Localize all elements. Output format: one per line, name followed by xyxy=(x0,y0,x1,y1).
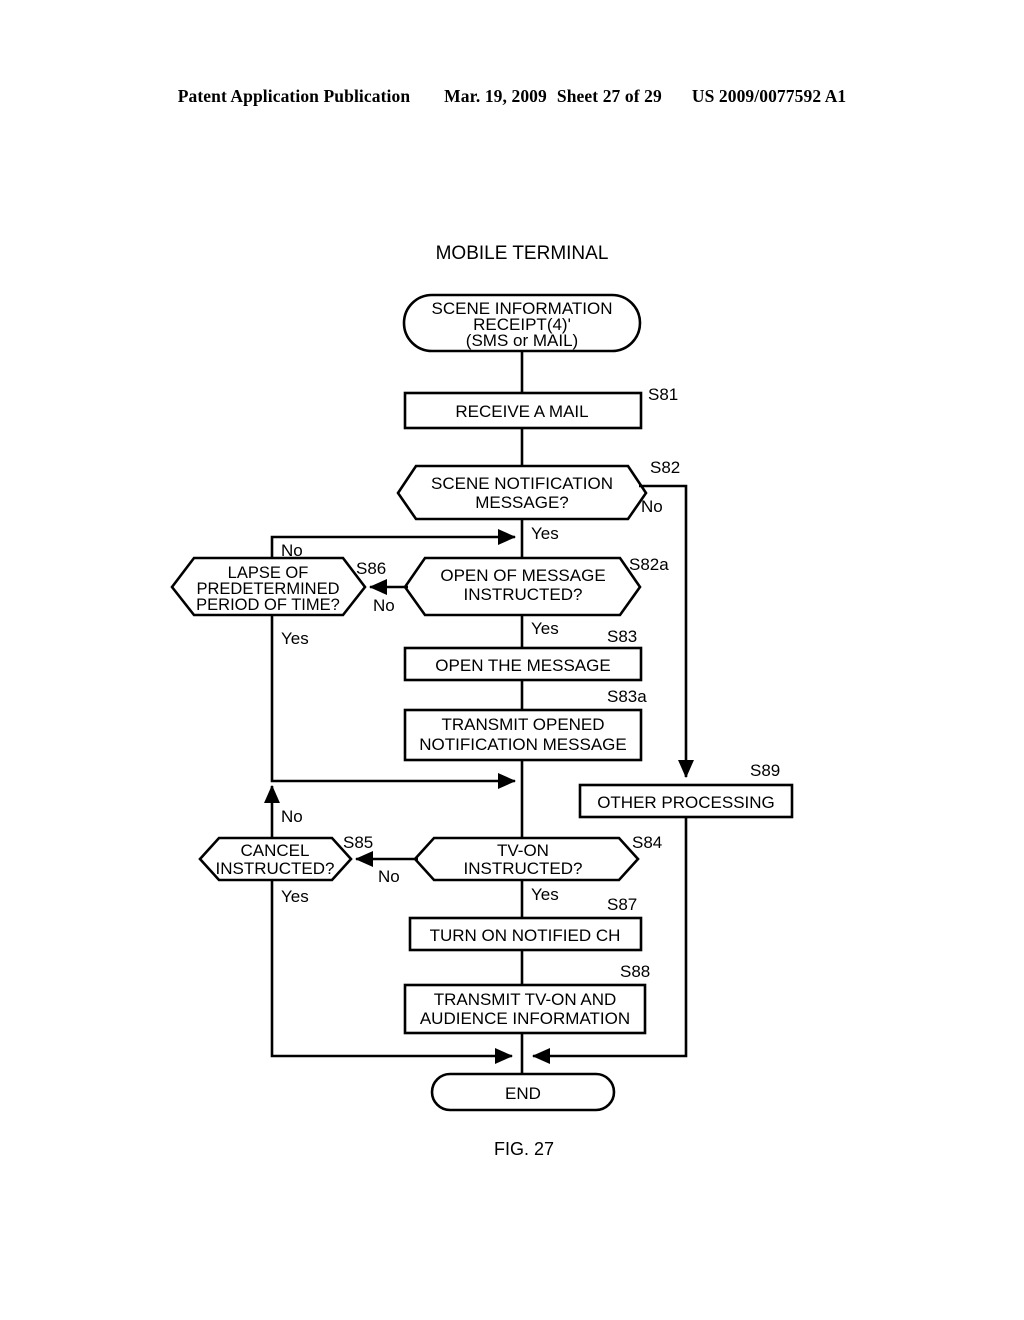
node-s83-label: OPEN THE MESSAGE xyxy=(435,656,610,675)
node-s85: CANCEL INSTRUCTED? S85 xyxy=(198,833,373,882)
flowchart-canvas: MOBILE TERMINAL SCENE INFORMATION RECEIP… xyxy=(170,243,794,1159)
node-s87-label: TURN ON NOTIFIED CH xyxy=(430,926,621,945)
step-label-s82a: S82a xyxy=(629,555,669,574)
node-s88: TRANSMIT TV-ON AND AUDIENCE INFORMATION … xyxy=(403,962,650,1035)
node-s88-line-2: AUDIENCE INFORMATION xyxy=(420,1009,630,1028)
step-label-s89: S89 xyxy=(750,761,780,780)
node-s82: SCENE NOTIFICATION MESSAGE? S82 xyxy=(396,458,680,521)
step-label-s83a: S83a xyxy=(607,687,647,706)
branch-label-s82a-yes: Yes xyxy=(531,619,559,638)
step-label-s82: S82 xyxy=(650,458,680,477)
node-s88-line-1: TRANSMIT TV-ON AND xyxy=(434,990,617,1009)
step-label-s84: S84 xyxy=(632,833,662,852)
branch-label-s82a-no: No xyxy=(373,596,395,615)
start-terminal: SCENE INFORMATION RECEIPT(4)' (SMS or MA… xyxy=(402,293,642,353)
branch-label-s82-yes: Yes xyxy=(531,524,559,543)
node-s83a-line-1: TRANSMIT OPENED xyxy=(441,715,604,734)
node-s81-label: RECEIVE A MAIL xyxy=(455,402,588,421)
node-s86-line-3: PERIOD OF TIME? xyxy=(196,596,340,614)
node-s85-line-2: INSTRUCTED? xyxy=(215,859,334,878)
step-label-s81: S81 xyxy=(648,385,678,404)
step-label-s83: S83 xyxy=(607,627,637,646)
branch-label-s85-no: No xyxy=(281,807,303,826)
edge-s86-no-to-s82a xyxy=(270,528,517,558)
node-s82a-line-2: INSTRUCTED? xyxy=(463,585,582,604)
node-s83a-line-2: NOTIFICATION MESSAGE xyxy=(419,735,626,754)
branch-label-s82-no: No xyxy=(641,497,663,516)
node-s87: TURN ON NOTIFIED CH S87 xyxy=(408,895,643,952)
step-label-s88: S88 xyxy=(620,962,650,981)
node-s82-line-2: MESSAGE? xyxy=(475,493,569,512)
step-label-s86: S86 xyxy=(356,559,386,578)
node-s82a-line-1: OPEN OF MESSAGE xyxy=(440,566,605,585)
node-s89-label: OTHER PROCESSING xyxy=(597,793,775,812)
node-s83a: TRANSMIT OPENED NOTIFICATION MESSAGE S83… xyxy=(403,687,647,762)
end-terminal: END xyxy=(430,1072,616,1112)
node-s81: RECEIVE A MAIL S81 xyxy=(403,385,678,430)
node-s85-line-1: CANCEL xyxy=(241,841,310,860)
node-s82a: OPEN OF MESSAGE INSTRUCTED? S82a xyxy=(403,555,669,617)
end-terminal-label: END xyxy=(505,1084,541,1103)
flowchart-figure: MOBILE TERMINAL SCENE INFORMATION RECEIP… xyxy=(0,0,1024,1320)
branch-label-s86-yes: Yes xyxy=(281,629,309,648)
column-title: MOBILE TERMINAL xyxy=(436,243,609,264)
branch-label-s85-yes: Yes xyxy=(281,887,309,906)
node-s84: TV-ON INSTRUCTED? S84 xyxy=(413,833,662,882)
branch-label-s84-no: No xyxy=(378,867,400,886)
figure-caption: FIG. 27 xyxy=(494,1139,554,1159)
node-s82-line-1: SCENE NOTIFICATION xyxy=(431,474,613,493)
node-s84-line-2: INSTRUCTED? xyxy=(463,859,582,878)
node-s86: LAPSE OF PREDETERMINED PERIOD OF TIME? S… xyxy=(170,556,386,617)
start-terminal-line-3: (SMS or MAIL) xyxy=(466,331,578,350)
node-s84-line-1: TV-ON xyxy=(497,841,549,860)
step-label-s87: S87 xyxy=(607,895,637,914)
branch-label-s84-yes: Yes xyxy=(531,885,559,904)
step-label-s85: S85 xyxy=(343,833,373,852)
edge-s82-no-to-s89 xyxy=(639,484,695,779)
branch-label-s86-no: No xyxy=(281,541,303,560)
